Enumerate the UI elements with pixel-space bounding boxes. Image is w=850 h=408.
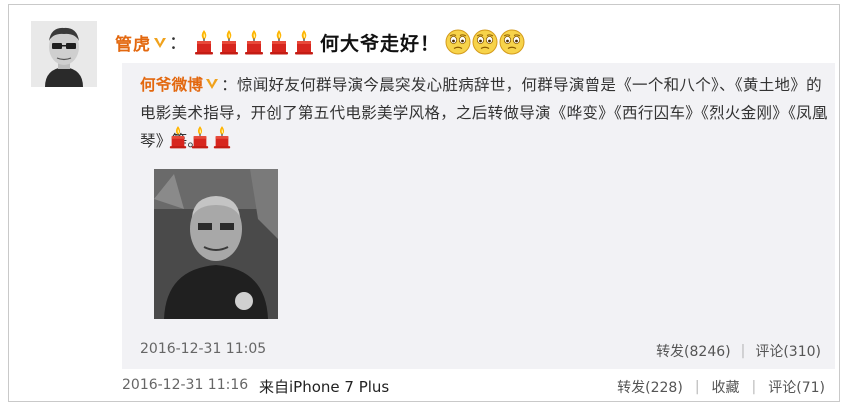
worried-face-icon [499,29,525,55]
retweet-repost-link[interactable]: 转发(8246) [656,341,731,361]
retweet-candle-emoji-group [168,125,234,149]
repost-link[interactable]: 转发(228) [617,377,683,397]
candle-icon [270,30,288,55]
retweet-colon: ： [221,76,238,94]
candle-icon [220,30,238,55]
retweet-comment-link[interactable]: 评论(310) [755,341,821,361]
candle-emoji-group [193,29,318,55]
separator: | [694,379,700,395]
separator: | [751,379,757,395]
candle-icon [195,30,213,55]
candle-icon [169,126,187,149]
retweet-text-block: 何爷微博 ：惊闻好友何群导演今晨突发心脏病辞世，何群导演曾是《一个和八个》、《黄土… [140,71,830,155]
verified-v-icon [154,38,166,48]
candle-icon [295,30,313,55]
retweet-text: 惊闻好友何群导演今晨突发心脏病辞世，何群导演曾是《一个和八个》、《黄土地》的电影… [140,76,828,150]
post-source[interactable]: 来自iPhone 7 Plus [259,376,389,397]
retweet-actions: 转发(8246) | 评论(310) [656,341,821,361]
verified-v-icon [206,79,219,89]
candle-icon [213,126,231,149]
worried-face-icon [445,29,471,55]
candle-icon [191,126,209,149]
retweet-box: 何爷微博 ：惊闻好友何群导演今晨突发心脏病辞世，何群导演曾是《一个和八个》、《黄土… [122,63,835,369]
author-name[interactable]: 管虎 [115,30,151,55]
favorite-link[interactable]: 收藏 [712,377,740,397]
worried-face-icon [472,29,498,55]
face-emoji-group [444,29,525,55]
separator: | [740,343,746,359]
author-colon: ： [169,33,187,54]
candle-icon [245,30,263,55]
retweet-timestamp[interactable]: 2016-12-31 11:05 [140,341,266,357]
comment-link[interactable]: 评论(71) [768,377,825,397]
post-timestamp[interactable]: 2016-12-31 11:16 [122,377,248,393]
post-actions: 转发(228) | 收藏 | 评论(71) [617,377,825,397]
avatar[interactable] [31,21,97,87]
post-text: 何大爷走好！ [320,32,441,55]
retweet-author[interactable]: 何爷微博 [140,76,203,94]
post-header: 管虎 ： 何大爷走好！ [115,25,525,59]
weibo-post-card: 管虎 ： 何大爷走好！ 何爷微博 ：惊闻好友何群导演今晨突发心脏病辞世，何群导演曾… [8,4,840,402]
retweet-image[interactable] [154,169,278,319]
